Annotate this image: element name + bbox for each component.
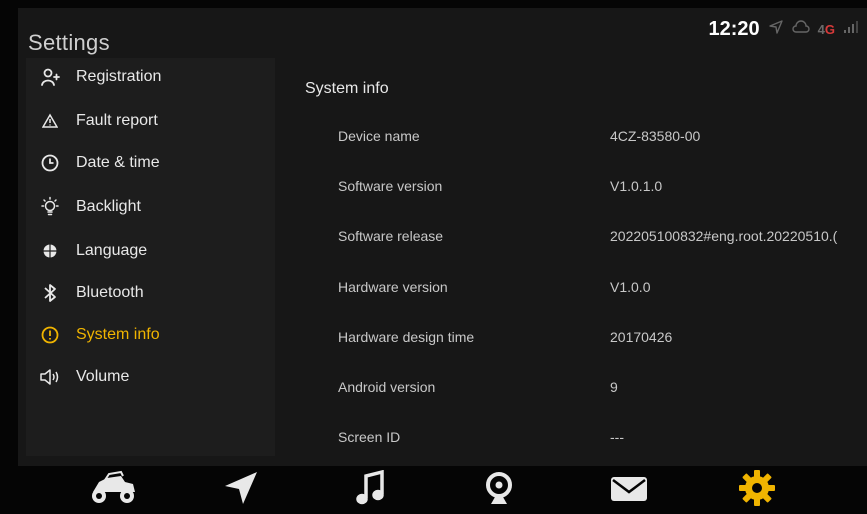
sidebar-item-system-info[interactable]: System info — [26, 316, 275, 354]
info-label: Screen ID — [338, 429, 401, 445]
info-label: Hardware design time — [338, 329, 475, 345]
sidebar-item-label: Bluetooth — [76, 284, 144, 301]
info-row-android-version: Android version 9 — [308, 365, 867, 413]
warning-icon — [38, 109, 62, 133]
info-label: Software version — [338, 178, 443, 194]
sidebar-item-bluetooth[interactable]: Bluetooth — [26, 274, 275, 312]
dock-mail-button[interactable] — [594, 466, 664, 514]
info-label: Android version — [338, 379, 436, 395]
sidebar-item-label: Volume — [76, 368, 130, 385]
sidebar-item-date-time[interactable]: Date & time — [26, 144, 275, 182]
sidebar-item-label: Date & time — [76, 154, 160, 171]
info-label: Device name — [338, 128, 420, 144]
person-add-icon — [38, 65, 62, 89]
gear-icon — [737, 468, 777, 513]
clock-time: 12:20 — [708, 17, 760, 40]
sidebar-item-label: System info — [76, 326, 160, 343]
sidebar-item-volume[interactable]: Volume — [26, 358, 275, 396]
navigation-arrow-icon — [221, 470, 261, 511]
info-value: V1.0.1.0 — [610, 178, 663, 194]
info-row-hardware-design-time: Hardware design time 20170426 — [308, 315, 867, 363]
info-label: Hardware version — [338, 279, 448, 295]
info-value: --- — [610, 429, 624, 445]
location-arrow-icon — [768, 19, 784, 39]
sidebar-item-backlight[interactable]: Backlight — [26, 188, 275, 226]
music-note-icon — [356, 469, 386, 511]
info-row-hardware-version: Hardware version V1.0.0 — [308, 265, 867, 313]
sidebar-item-label: Backlight — [76, 198, 141, 215]
bluetooth-icon — [38, 281, 62, 305]
info-circle-icon — [38, 323, 62, 347]
section-title: System info — [305, 80, 389, 97]
cloud-icon — [792, 20, 810, 38]
clock-icon — [38, 151, 62, 175]
info-row-screen-id: Screen ID --- — [308, 415, 867, 463]
sidebar-item-label: Language — [76, 242, 148, 259]
network-type-indicator: 4G — [818, 22, 835, 37]
globe-icon — [38, 239, 62, 263]
info-row-software-release: Software release 202205100832#eng.root.2… — [308, 214, 867, 262]
status-bar: 12:20 4G — [708, 16, 859, 42]
settings-sidebar: Registration Fault report Date & time Ba… — [26, 58, 275, 456]
info-value: 4CZ-83580-00 — [610, 128, 701, 144]
network-suffix: G — [824, 21, 835, 37]
lightbulb-icon — [38, 195, 62, 219]
dock-camera-button[interactable] — [464, 466, 534, 514]
settings-screen: 12:20 4G Settings Registration Fault rep… — [18, 8, 867, 514]
info-value: 202205100832#eng.root.20220510.( — [610, 228, 838, 244]
signal-bars-icon — [843, 20, 859, 38]
sidebar-item-registration[interactable]: Registration — [26, 58, 275, 96]
network-prefix: 4 — [817, 21, 825, 37]
info-label: Software release — [338, 228, 444, 244]
dock-music-button[interactable] — [336, 466, 406, 514]
info-value: V1.0.0 — [610, 279, 651, 295]
info-row-software-version: Software version V1.0.1.0 — [308, 164, 867, 212]
sidebar-item-fault-report[interactable]: Fault report — [26, 102, 275, 140]
dock-vehicle-button[interactable] — [78, 466, 148, 514]
page-title: Settings — [28, 30, 110, 55]
dock-navigation-button[interactable] — [206, 466, 276, 514]
webcam-icon — [484, 470, 514, 511]
dock-settings-button[interactable] — [722, 466, 792, 514]
sidebar-item-label: Fault report — [76, 112, 158, 129]
utv-vehicle-icon — [85, 468, 141, 513]
speaker-icon — [38, 365, 62, 389]
mail-icon — [609, 473, 649, 508]
sidebar-item-language[interactable]: Language — [26, 232, 275, 270]
sidebar-item-label: Registration — [76, 68, 162, 85]
bottom-dock — [18, 466, 867, 514]
info-value: 9 — [610, 379, 618, 395]
info-row-device-name: Device name 4CZ-83580-00 — [308, 114, 867, 162]
info-value: 20170426 — [610, 329, 673, 345]
